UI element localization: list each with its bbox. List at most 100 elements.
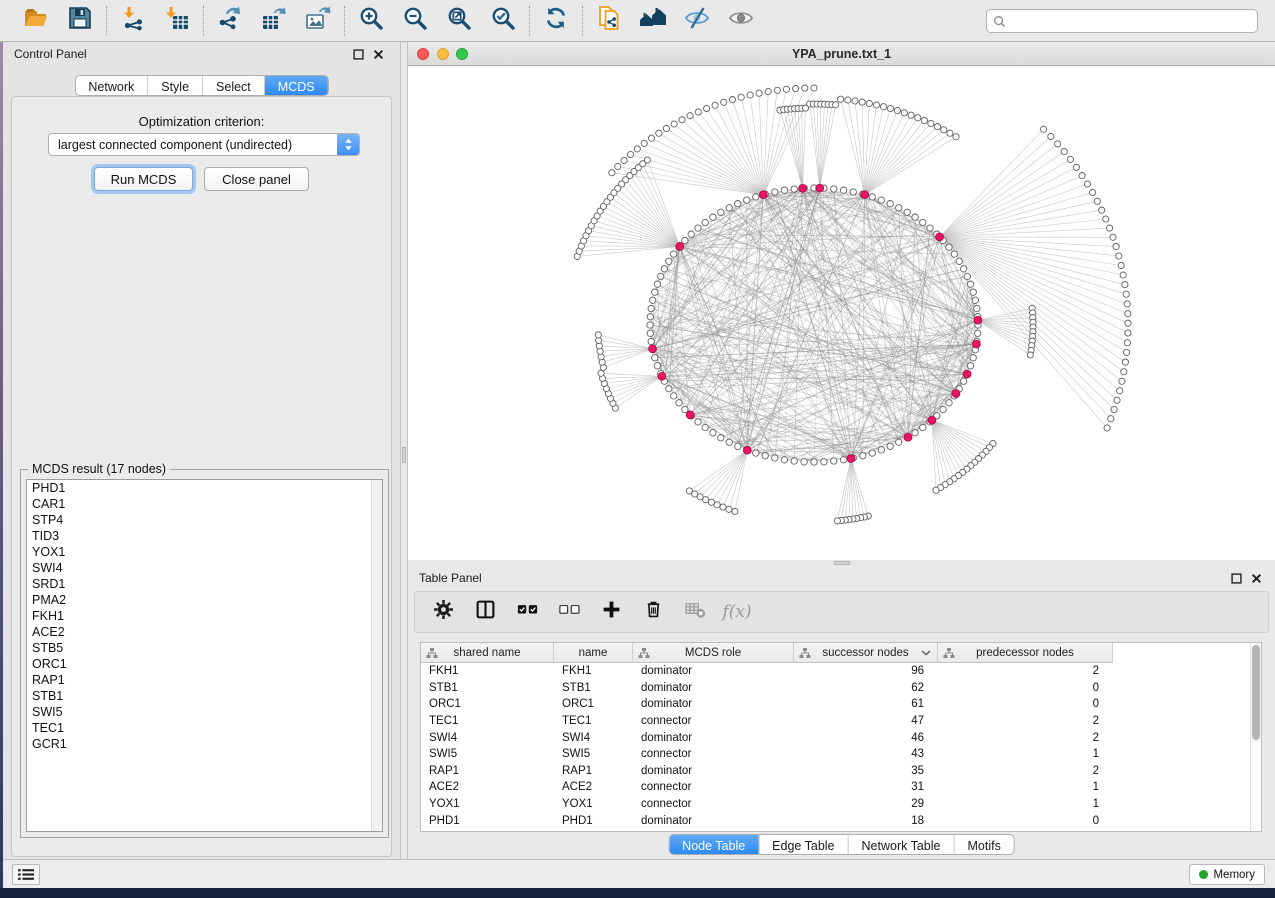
result-node-item[interactable]: SWI5 [27,704,382,720]
tab-network-table[interactable]: Network Table [848,835,954,854]
function-builder-icon: f(x) [722,602,751,622]
cell-predecessor-nodes: 0 [938,682,1113,694]
export-image-button[interactable] [304,7,332,35]
result-node-item[interactable]: PMA2 [27,592,382,608]
tab-node-table[interactable]: Node Table [669,835,758,854]
scrollbar-thumb[interactable] [1252,645,1260,740]
hide-graphics-details-button[interactable] [683,7,711,35]
table-row[interactable]: TEC1TEC1connector472 [421,713,1261,730]
result-node-item[interactable]: CAR1 [27,496,382,512]
result-node-item[interactable]: TEC1 [27,720,382,736]
node-table: shared name nameMCDS rolesuccessor nodesp… [420,642,1262,832]
export-network-button[interactable] [216,7,244,35]
result-node-item[interactable]: SRD1 [27,576,382,592]
deselect-all-checkboxes-button[interactable] [557,600,581,624]
tab-motifs[interactable]: Motifs [953,835,1013,854]
cell-name: FKH1 [554,665,633,677]
network-view-window: YPA_prune.txt_1 [408,42,1275,560]
mcds-result-group: MCDS result (17 nodes) PHD1CAR1STP4TID3Y… [20,469,389,838]
memory-button[interactable]: Memory [1189,864,1265,885]
result-node-item[interactable]: STB5 [27,640,382,656]
tab-network[interactable]: Network [75,76,147,95]
task-history-button[interactable] [12,864,40,885]
result-node-item[interactable]: YOX1 [27,544,382,560]
import-network-button[interactable] [119,7,147,35]
close-panel-button[interactable]: Close panel [204,167,309,191]
splitter-grip[interactable] [402,447,406,463]
table-row[interactable]: ORC1ORC1dominator610 [421,696,1261,713]
table-row[interactable]: YOX1YOX1connector291 [421,796,1261,813]
result-node-item[interactable]: STB1 [27,688,382,704]
split-panel-button[interactable] [473,600,497,624]
refresh-layout-button[interactable] [542,7,570,35]
table-row[interactable]: STB1STB1dominator620 [421,680,1261,697]
delete-columns-button[interactable] [641,600,665,624]
table-row[interactable]: FKH1FKH1dominator962 [421,663,1261,680]
zoom-selected-button[interactable] [489,7,517,35]
run-mcds-button[interactable]: Run MCDS [94,167,193,191]
select-all-checkboxes-button[interactable] [515,600,539,624]
tab-mcds[interactable]: MCDS [264,76,328,95]
zoom-out-button[interactable] [401,7,429,35]
cell-predecessor-nodes: 2 [938,765,1113,777]
float-window-icon[interactable] [353,49,364,60]
table-scrollbar[interactable] [1250,643,1261,831]
column-header-shared-name[interactable]: shared name [421,643,554,663]
criterion-dropdown[interactable]: largest connected component (undirected) [48,133,360,156]
show-graphics-details-button[interactable] [727,7,755,35]
close-panel-icon[interactable] [373,49,384,60]
result-node-item[interactable]: GCR1 [27,736,382,752]
network-graph[interactable] [408,66,1275,560]
search-box[interactable] [986,9,1258,33]
tab-select[interactable]: Select [202,76,264,95]
result-node-item[interactable]: TID3 [27,528,382,544]
column-header-MCDS-role[interactable]: MCDS role [633,643,794,663]
search-input[interactable] [1011,14,1251,28]
settings-gear-button[interactable] [431,600,455,624]
delete-table-button[interactable] [683,600,707,624]
table-row[interactable]: RAP1RAP1dominator352 [421,763,1261,780]
open-session-button[interactable] [22,7,50,35]
column-label: shared name [453,647,520,659]
table-row[interactable]: SWI4SWI4dominator462 [421,729,1261,746]
import-table-button[interactable] [163,7,191,35]
cell-predecessor-nodes: 2 [938,732,1113,744]
network-canvas[interactable] [408,66,1275,560]
result-list-scrollbar[interactable] [371,480,382,831]
result-node-item[interactable]: RAP1 [27,672,382,688]
cell-MCDS-role: connector [633,715,794,727]
vertical-splitter[interactable] [400,42,408,859]
export-table-button[interactable] [260,7,288,35]
cell-successor-nodes: 29 [794,798,938,810]
cell-predecessor-nodes: 2 [938,665,1113,677]
add-column-button[interactable] [599,600,623,624]
control-panel-tabs: NetworkStyleSelectMCDS [74,75,328,96]
result-node-item[interactable]: FKH1 [27,608,382,624]
tab-edge-table[interactable]: Edge Table [758,835,847,854]
float-window-icon[interactable] [1231,573,1242,584]
table-row[interactable]: ACE2ACE2connector311 [421,779,1261,796]
result-node-item[interactable]: ORC1 [27,656,382,672]
column-header-name[interactable]: name [554,643,633,663]
result-node-item[interactable]: ACE2 [27,624,382,640]
splitter-grip[interactable] [834,561,850,565]
zoom-in-icon [358,5,384,36]
cell-name: YOX1 [554,798,633,810]
result-node-item[interactable]: PHD1 [27,480,382,496]
table-row[interactable]: SWI5SWI5connector431 [421,746,1261,763]
share-network-button[interactable] [595,7,623,35]
result-node-item[interactable]: STP4 [27,512,382,528]
save-session-button[interactable] [66,7,94,35]
cell-MCDS-role: connector [633,748,794,760]
cell-shared-name: RAP1 [421,765,554,777]
column-header-predecessor-nodes[interactable]: predecessor nodes [938,643,1113,663]
tab-style[interactable]: Style [147,76,202,95]
legacy-home-button[interactable] [639,7,667,35]
zoom-in-button[interactable] [357,7,385,35]
function-builder-button[interactable]: f(x) [725,600,749,624]
column-header-successor-nodes[interactable]: successor nodes [794,643,938,663]
table-row[interactable]: PHD1PHD1dominator180 [421,812,1261,829]
result-node-item[interactable]: SWI4 [27,560,382,576]
close-panel-icon[interactable] [1251,573,1262,584]
zoom-fit-button[interactable] [445,7,473,35]
